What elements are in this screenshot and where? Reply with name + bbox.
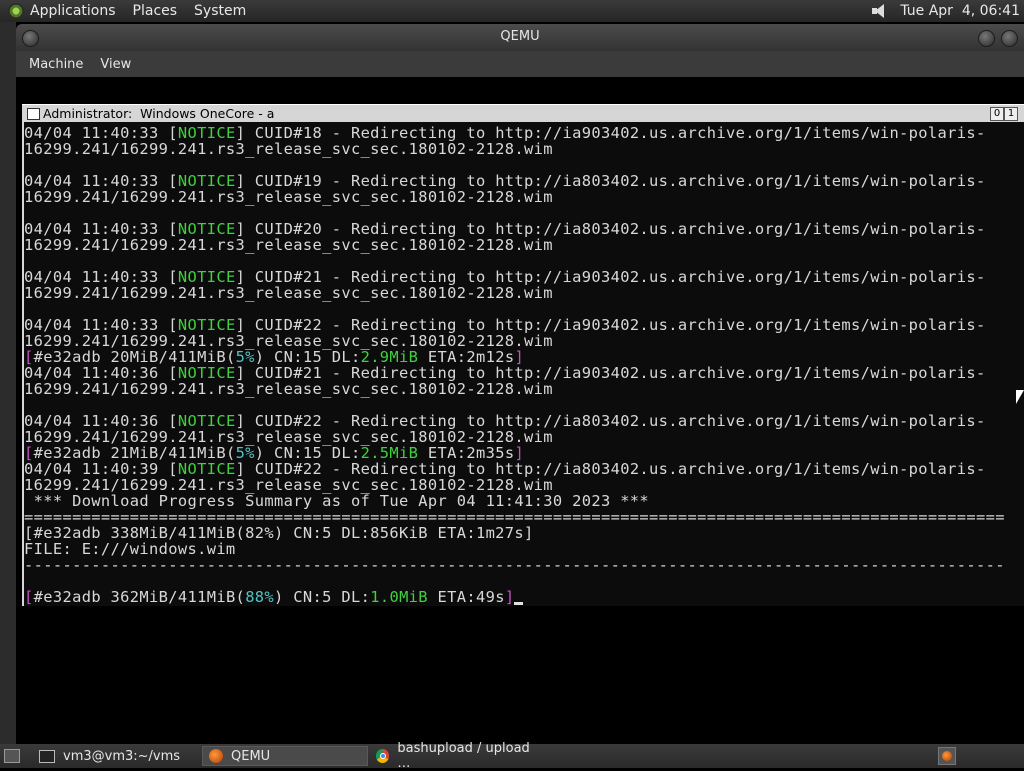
taskbar-item-label: bashupload / upload …: [397, 741, 530, 771]
maximize-button[interactable]: [1001, 30, 1018, 47]
console-line: 04/04 11:40:36 [NOTICE] CUID#22 - Redire…: [24, 413, 1005, 429]
console-line: 16299.241/16299.241.rs3_release_svc_sec.…: [24, 237, 1005, 253]
console-line: [#e32adb 362MiB/411MiB(88%) CN:5 DL:1.0M…: [24, 589, 1005, 605]
console-text-segment: ) CN:5 DL:: [274, 588, 371, 606]
taskbar-item-browser[interactable]: bashupload / upload …: [370, 741, 540, 771]
top-panel: Applications Places System Tue Apr 4, 06…: [0, 0, 1024, 22]
console-titlebar[interactable]: Administrator: Windows OneCore - a 0 1: [22, 104, 1024, 122]
minimize-button[interactable]: [978, 30, 995, 47]
qemu-titlebar[interactable]: QEMU: [16, 24, 1024, 51]
panel-clock[interactable]: Tue Apr 4, 06:41: [900, 3, 1020, 19]
console-line: 04/04 11:40:33 [NOTICE] CUID#21 - Redire…: [24, 269, 1005, 285]
taskbar-item-terminal[interactable]: vm3@vm3:~/vms: [33, 746, 199, 766]
terminal-icon: [39, 749, 55, 763]
places-menu[interactable]: Places: [133, 3, 178, 19]
tray-qemu-icon[interactable]: [938, 747, 956, 765]
console-text-segment: 16299.241/16299.241.rs3_release_svc_sec.…: [24, 284, 553, 302]
taskbar-item-label: QEMU: [231, 748, 271, 764]
console-text-segment: 16299.241/16299.241.rs3_release_svc_sec.…: [24, 140, 553, 158]
taskbar-item-qemu[interactable]: QEMU: [202, 746, 368, 766]
console-text-segment: ETA:49s: [427, 588, 505, 606]
text-cursor: [514, 602, 524, 605]
console-line: [#e32adb 20MiB/411MiB(5%) CN:15 DL:2.9Mi…: [24, 349, 1005, 365]
console-line: 16299.241/16299.241.rs3_release_svc_sec.…: [24, 189, 1005, 205]
console-line: 04/04 11:40:39 [NOTICE] CUID#22 - Redire…: [24, 461, 1005, 477]
console-line: FILE: E:///windows.wim: [24, 541, 1005, 557]
console-line: *** Download Progress Summary as of Tue …: [24, 493, 1005, 509]
panel-tray: Tue Apr 4, 06:41: [870, 0, 1020, 22]
mouse-cursor-icon: [1016, 390, 1024, 404]
console-line: 04/04 11:40:33 [NOTICE] CUID#22 - Redire…: [24, 317, 1005, 333]
console-line: 16299.241/16299.241.rs3_release_svc_sec.…: [24, 333, 1005, 349]
console-line: 16299.241/16299.241.rs3_release_svc_sec.…: [24, 141, 1005, 157]
console-output[interactable]: 04/04 11:40:33 [NOTICE] CUID#18 - Redire…: [22, 122, 1024, 606]
taskbar-item-label: vm3@vm3:~/vms: [63, 748, 181, 764]
console-text-segment: ]: [504, 588, 515, 606]
chrome-icon: [376, 749, 390, 763]
console-button-0[interactable]: 0: [990, 107, 1004, 121]
console-line: 04/04 11:40:33 [NOTICE] CUID#20 - Redire…: [24, 221, 1005, 237]
console-line: 04/04 11:40:33 [NOTICE] CUID#19 - Redire…: [24, 173, 1005, 189]
console-text-segment: 16299.241/16299.241.rs3_release_svc_sec.…: [24, 188, 553, 206]
console-line: ----------------------------------------…: [24, 557, 1005, 573]
console-line: 04/04 11:40:36 [NOTICE] CUID#21 - Redire…: [24, 365, 1005, 381]
console-text-segment: ----------------------------------------…: [24, 556, 1005, 574]
console-text-segment: 16299.241/16299.241.rs3_release_svc_sec.…: [24, 380, 553, 398]
qemu-menubar: Machine View: [16, 51, 1024, 77]
view-menu[interactable]: View: [100, 57, 131, 72]
console-line: [#e32adb 338MiB/411MiB(82%) CN:5 DL:856K…: [24, 525, 1005, 541]
qemu-window-title: QEMU: [500, 29, 540, 44]
console-text-segment: 88%: [245, 588, 275, 606]
bottom-panel: vm3@vm3:~/vms QEMU bashupload / upload …: [0, 741, 1024, 771]
distro-logo-icon[interactable]: [8, 3, 24, 19]
volume-icon[interactable]: [870, 3, 888, 19]
console-line: 16299.241/16299.241.rs3_release_svc_sec.…: [24, 429, 1005, 445]
qemu-icon: [209, 749, 223, 763]
machine-menu[interactable]: Machine: [29, 57, 83, 72]
system-menu[interactable]: System: [194, 3, 246, 19]
show-desktop-icon[interactable]: [4, 749, 20, 763]
applications-menu[interactable]: Applications: [30, 3, 116, 19]
console-text-segment: 16299.241/16299.241.rs3_release_svc_sec.…: [24, 236, 553, 254]
desktop-edge: [0, 22, 16, 744]
console-line: ========================================…: [24, 509, 1005, 525]
console-text-segment: 1.0MiB: [370, 588, 428, 606]
console-line: 04/04 11:40:33 [NOTICE] CUID#18 - Redire…: [24, 125, 1005, 141]
console-title: Administrator: Windows OneCore - a: [43, 106, 275, 121]
console-line: 16299.241/16299.241.rs3_release_svc_sec.…: [24, 477, 1005, 493]
console-line: [#e32adb 21MiB/411MiB(5%) CN:15 DL:2.5Mi…: [24, 445, 1005, 461]
console-line: 16299.241/16299.241.rs3_release_svc_sec.…: [24, 285, 1005, 301]
console-window-icon[interactable]: [27, 108, 40, 120]
console-text-segment: [: [24, 588, 34, 606]
console-line: 16299.241/16299.241.rs3_release_svc_sec.…: [24, 381, 1005, 397]
console-button-1[interactable]: 1: [1004, 107, 1018, 121]
console-lines: 04/04 11:40:33 [NOTICE] CUID#18 - Redire…: [24, 125, 1005, 605]
console-text-segment: #e32adb 362MiB/411MiB(: [33, 588, 246, 606]
